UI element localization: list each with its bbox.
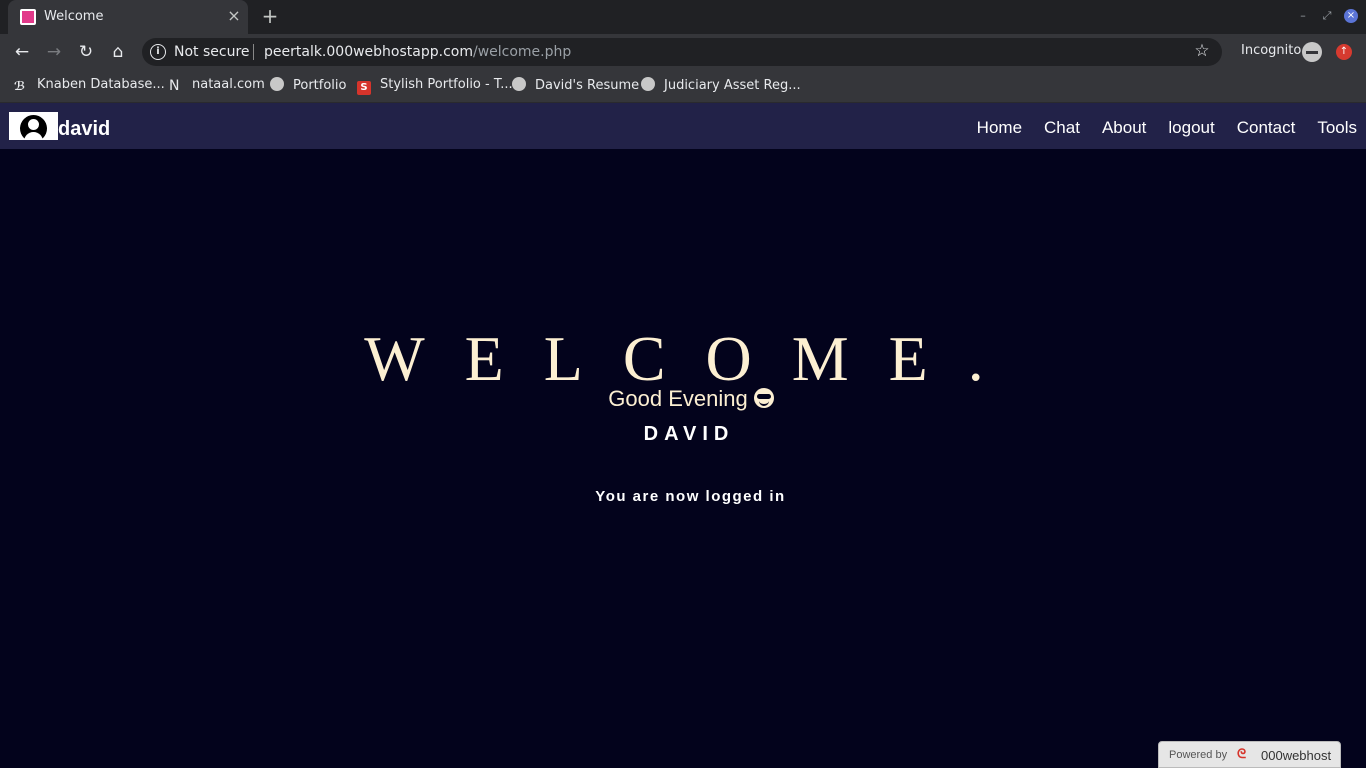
globe-icon	[270, 77, 284, 91]
login-status: You are now logged in	[595, 488, 786, 505]
main-menu: Home Chat About logout Contact Tools	[955, 118, 1357, 138]
username[interactable]: david	[58, 118, 110, 141]
knaben-icon: ℬ	[14, 79, 26, 93]
greeting-text: Good Evening	[608, 386, 748, 411]
new-tab-button[interactable]: +	[258, 5, 282, 29]
browser-tab[interactable]: Welcome ×	[8, 0, 248, 34]
user-name-caps: DAVID	[643, 423, 735, 445]
welcome-heading: WELCOME.	[364, 323, 1024, 394]
bookmark-item[interactable]: ℬ Knaben Database...	[14, 77, 165, 95]
favicon-icon	[20, 9, 36, 25]
tab-title: Welcome	[44, 9, 104, 24]
sunglasses-emoji-icon	[753, 388, 774, 408]
extension-icon[interactable]: ↑	[1336, 44, 1352, 60]
globe-icon	[641, 77, 655, 91]
bookmark-label: Judiciary Asset Reg...	[664, 78, 801, 93]
greeting: Good Evening	[0, 386, 1366, 412]
not-secure-label[interactable]: Not secure	[174, 44, 250, 60]
nav-tools[interactable]: Tools	[1317, 118, 1357, 138]
webhost-logo-icon: ᘓ	[1237, 747, 1247, 762]
reload-button[interactable]: ↻	[74, 40, 98, 64]
incognito-icon[interactable]	[1302, 42, 1322, 62]
url-host: peertalk.000webhostapp.com	[264, 44, 473, 60]
bookmark-label: Knaben Database...	[37, 77, 165, 92]
bookmark-item[interactable]: David's Resume	[512, 77, 639, 95]
user-icon	[20, 115, 47, 140]
globe-icon	[512, 77, 526, 91]
s-icon: S	[357, 81, 371, 95]
powered-brand: 000webhost	[1261, 748, 1332, 763]
url-path: /welcome.php	[472, 44, 572, 60]
bookmark-label: Stylish Portfolio - T...	[380, 77, 513, 92]
bookmark-star-icon[interactable]: ☆	[1192, 41, 1212, 61]
nav-chat[interactable]: Chat	[1044, 118, 1080, 138]
n-icon: N	[169, 78, 180, 94]
nav-about[interactable]: About	[1102, 118, 1146, 138]
close-tab-icon[interactable]: ×	[224, 6, 244, 26]
bookmark-item[interactable]: S Stylish Portfolio - T...	[357, 77, 513, 95]
window-close-icon[interactable]: ×	[1344, 9, 1358, 23]
powered-label: Powered by	[1169, 749, 1228, 761]
bookmark-item[interactable]: Nnataal.com	[169, 77, 265, 95]
minimize-icon[interactable]: –	[1296, 9, 1310, 23]
bookmark-label: nataal.com	[192, 77, 265, 92]
browser-toolbar: ← → ↻ ⌂ i Not secure peertalk.000webhost…	[0, 34, 1366, 70]
bookmark-label: David's Resume	[535, 78, 640, 93]
powered-by-badge[interactable]: Powered by ᘓ 000webhost	[1158, 741, 1341, 768]
nav-contact[interactable]: Contact	[1237, 118, 1296, 138]
url-divider	[253, 44, 254, 60]
window-controls: – ⤢ ×	[1296, 6, 1358, 26]
site-info-icon[interactable]: i	[150, 44, 166, 60]
address-bar[interactable]: i Not secure peertalk.000webhostapp.com/…	[142, 38, 1222, 66]
url-text[interactable]: peertalk.000webhostapp.com/welcome.php	[264, 44, 571, 60]
forward-button[interactable]: →	[42, 40, 66, 64]
nav-home[interactable]: Home	[977, 118, 1022, 138]
back-button[interactable]: ←	[10, 40, 34, 64]
browser-tab-bar: Welcome × + – ⤢ ×	[0, 0, 1366, 34]
bookmark-item[interactable]: Judiciary Asset Reg...	[641, 77, 801, 95]
avatar[interactable]	[9, 112, 58, 140]
home-button[interactable]: ⌂	[106, 40, 130, 64]
incognito-label: Incognito	[1241, 43, 1302, 58]
nav-logout[interactable]: logout	[1168, 118, 1214, 138]
restore-icon[interactable]: ⤢	[1320, 9, 1334, 23]
bookmark-label: Portfolio	[293, 78, 347, 93]
bookmarks-bar: ℬ Knaben Database... Nnataal.com Portfoli…	[0, 70, 1366, 103]
bookmark-item[interactable]: Portfolio	[270, 77, 346, 95]
